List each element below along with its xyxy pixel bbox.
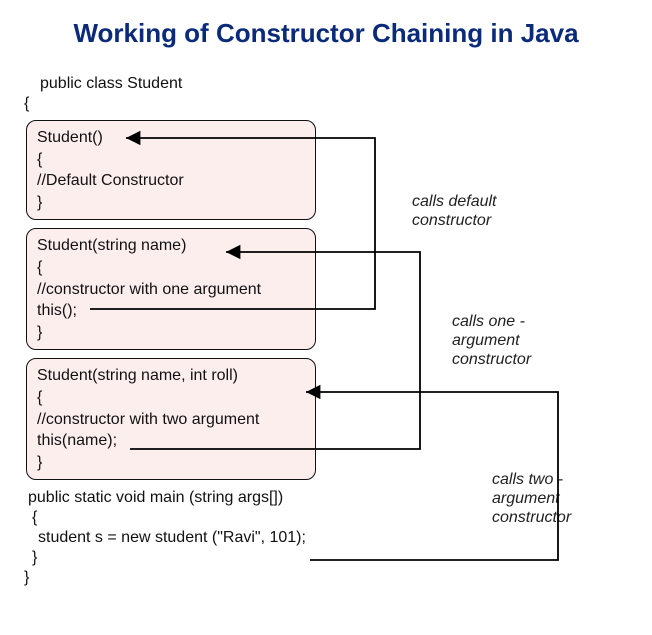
constructor-box-two-arg: Student(string name, int roll) { //const…	[26, 358, 316, 480]
diagram-title: Working of Constructor Chaining in Java	[0, 0, 652, 55]
label-line: calls default	[412, 193, 497, 210]
label-line: constructor	[412, 212, 491, 229]
label-line: argument	[452, 332, 520, 349]
main-new-call: student s = new student ("Ravi", 101);	[20, 528, 630, 548]
class-declaration: public class Student	[20, 74, 630, 94]
ctor0-close: }	[37, 192, 305, 214]
ctor1-open: {	[37, 257, 305, 279]
ctor2-signature: Student(string name, int roll)	[37, 365, 305, 387]
label-two-arg-constructor: calls two - argument constructor	[492, 470, 571, 528]
label-line: calls two -	[492, 471, 563, 488]
label-line: constructor	[452, 351, 531, 368]
ctor1-this-call: this();	[37, 300, 305, 322]
main-close: }	[20, 548, 630, 568]
constructor-box-one-arg: Student(string name) { //constructor wit…	[26, 228, 316, 350]
ctor0-open: {	[37, 149, 305, 171]
label-default-constructor: calls default constructor	[412, 192, 497, 230]
ctor2-comment: //constructor with two argument	[37, 409, 305, 431]
ctor1-signature: Student(string name)	[37, 235, 305, 257]
ctor0-signature: Student()	[37, 127, 305, 149]
class-close-brace: }	[20, 568, 630, 588]
ctor0-comment: //Default Constructor	[37, 170, 305, 192]
ctor2-close: }	[37, 452, 305, 474]
ctor2-open: {	[37, 387, 305, 409]
label-one-arg-constructor: calls one - argument constructor	[452, 312, 531, 370]
ctor2-this-call: this(name);	[37, 430, 305, 452]
label-line: argument	[492, 490, 560, 507]
ctor1-comment: //constructor with one argument	[37, 279, 305, 301]
constructor-box-default: Student() { //Default Constructor }	[26, 120, 316, 220]
label-line: calls one -	[452, 313, 525, 330]
class-open-brace: {	[20, 94, 630, 114]
ctor1-close: }	[37, 322, 305, 344]
label-line: constructor	[492, 509, 571, 526]
